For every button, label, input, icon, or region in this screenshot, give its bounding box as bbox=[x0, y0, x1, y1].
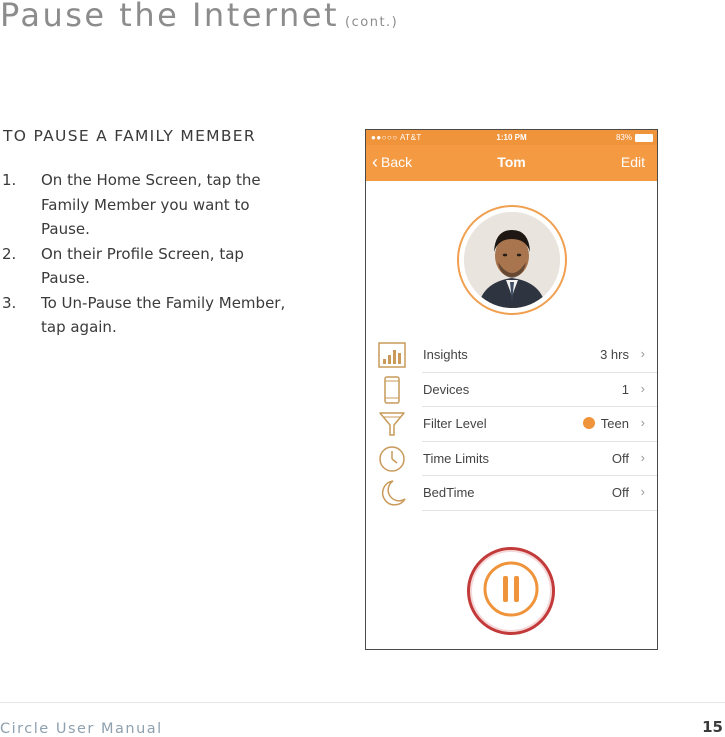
menu-item-filter-level[interactable]: Filter Level Teen › bbox=[366, 407, 657, 442]
menu-value: Off bbox=[611, 485, 629, 500]
chevron-right-icon: › bbox=[640, 484, 645, 499]
battery-indicator: 83% bbox=[616, 133, 653, 142]
page-number: 15 bbox=[702, 718, 723, 736]
status-time: 1:10 PM bbox=[496, 133, 527, 142]
profile-menu: Insights 3 hrs › Devices 1 › Filter Leve… bbox=[366, 338, 657, 511]
step-item: 2. On their Profile Screen, tap Pause. bbox=[0, 242, 300, 291]
menu-value: Teen bbox=[582, 416, 629, 431]
menu-item-insights[interactable]: Insights 3 hrs › bbox=[366, 338, 657, 373]
page-title-text: Pause the Internet bbox=[0, 0, 340, 34]
step-number: 3. bbox=[2, 293, 17, 312]
back-label: Back bbox=[381, 154, 413, 170]
menu-label: Insights bbox=[423, 347, 468, 362]
page-title-suffix: (cont.) bbox=[345, 15, 399, 30]
battery-icon bbox=[635, 133, 653, 142]
menu-label: Time Limits bbox=[423, 450, 489, 466]
instruction-steps: 1. On the Home Screen, tap the Family Me… bbox=[0, 168, 300, 340]
phone-screenshot: ●●○○○ AT&T 1:10 PM 83% ‹ Back Tom Edit I… bbox=[365, 129, 658, 650]
section-heading: TO PAUSE A FAMILY MEMBER bbox=[3, 127, 256, 145]
clock-icon bbox=[377, 445, 407, 473]
step-item: 1. On the Home Screen, tap the Family Me… bbox=[0, 168, 300, 242]
footer-divider bbox=[0, 702, 725, 703]
menu-label: Filter Level bbox=[423, 416, 487, 431]
chevron-right-icon: › bbox=[640, 346, 645, 361]
pause-button[interactable] bbox=[467, 547, 555, 635]
status-bar: ●●○○○ AT&T 1:10 PM 83% bbox=[366, 130, 657, 145]
profile-photo bbox=[464, 212, 560, 308]
step-text: On the Home Screen, tap the Family Membe… bbox=[41, 171, 261, 238]
battery-percent: 83% bbox=[615, 133, 632, 142]
moon-icon bbox=[377, 479, 407, 507]
menu-label: BedTime bbox=[423, 485, 475, 500]
device-phone-icon bbox=[377, 375, 407, 404]
menu-value: 3 hrs bbox=[600, 347, 629, 362]
chevron-right-icon: › bbox=[640, 380, 645, 396]
chevron-right-icon: › bbox=[640, 449, 645, 465]
step-item: 3. To Un-Pause the Family Member, tap ag… bbox=[0, 291, 300, 340]
footer-manual-title: Circle User Manual bbox=[0, 721, 163, 737]
page-title: Pause the Internet (cont.) bbox=[0, 0, 398, 34]
nav-bar: ‹ Back Tom Edit bbox=[366, 145, 657, 181]
pause-icon bbox=[481, 559, 541, 624]
menu-item-time-limits[interactable]: Time Limits Off › bbox=[366, 442, 657, 476]
step-number: 1. bbox=[2, 171, 17, 189]
menu-item-bedtime[interactable]: BedTime Off › bbox=[366, 476, 657, 511]
menu-label: Devices bbox=[423, 381, 470, 397]
filter-funnel-icon bbox=[377, 410, 407, 438]
step-text: On their Profile Screen, tap Pause. bbox=[41, 244, 244, 288]
avatar bbox=[457, 205, 567, 315]
step-number: 2. bbox=[2, 244, 17, 263]
menu-item-devices[interactable]: Devices 1 › bbox=[366, 373, 657, 407]
menu-value: 1 bbox=[621, 381, 629, 397]
filter-level-dot bbox=[582, 417, 595, 429]
chevron-left-icon: ‹ bbox=[372, 152, 378, 172]
back-button[interactable]: ‹ Back bbox=[372, 152, 413, 172]
menu-value: Off bbox=[611, 450, 629, 466]
filter-level-text: Teen bbox=[600, 416, 629, 431]
step-text: To Un-Pause the Family Member, tap again… bbox=[41, 293, 286, 337]
divider bbox=[422, 509, 657, 511]
chevron-right-icon: › bbox=[640, 415, 645, 430]
insights-bar-icon bbox=[377, 341, 407, 369]
edit-button[interactable]: Edit bbox=[621, 154, 645, 170]
